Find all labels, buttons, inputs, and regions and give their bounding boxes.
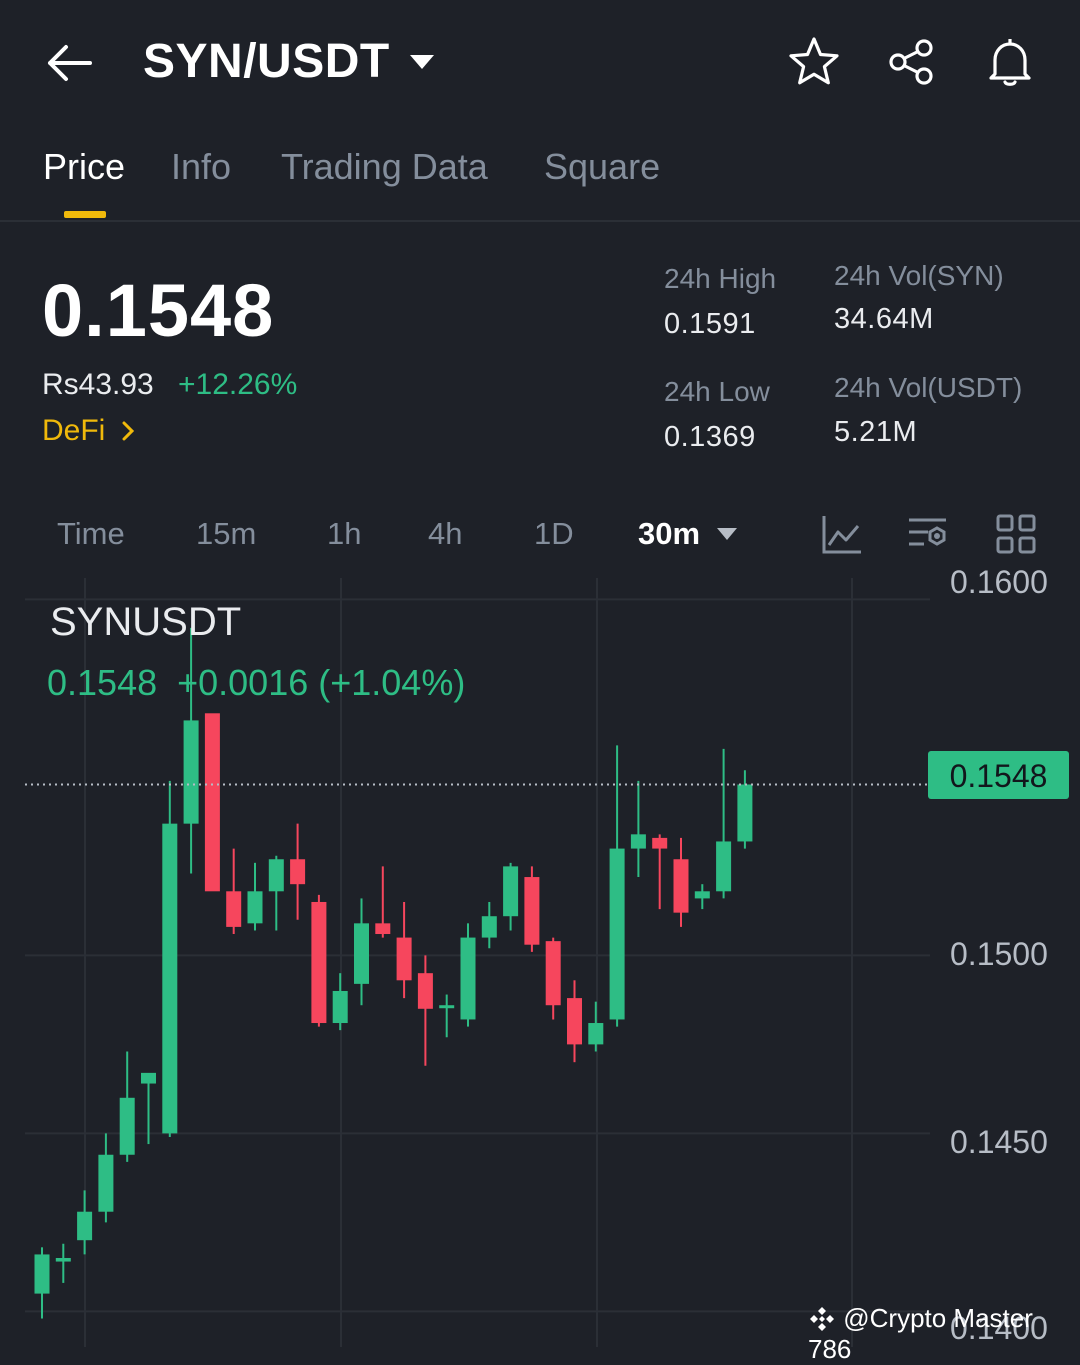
- tab-square[interactable]: Square: [544, 146, 660, 188]
- stat-vol-base-value: 34.64M: [834, 303, 934, 335]
- line-chart-icon[interactable]: [820, 512, 864, 556]
- candle-body-26: [588, 1023, 604, 1045]
- candle-body-3: [98, 1154, 114, 1212]
- candle-body-7: [183, 720, 199, 824]
- candle-body-16: [375, 923, 391, 935]
- indicator-settings-icon[interactable]: [906, 512, 950, 556]
- share-icon[interactable]: [884, 34, 940, 90]
- candle-body-28: [630, 834, 646, 849]
- candle-body-12: [290, 859, 306, 885]
- interval-1d[interactable]: 1D: [534, 516, 574, 552]
- interval-dropdown-chevron-icon[interactable]: [716, 527, 738, 546]
- interval-1h[interactable]: 1h: [327, 516, 361, 552]
- back-arrow-icon[interactable]: [40, 38, 100, 88]
- chevron-down-icon[interactable]: [408, 52, 436, 72]
- chevron-right-icon: [114, 414, 136, 447]
- bell-icon[interactable]: [982, 34, 1038, 90]
- y-axis-label-0.1500: 0.1500: [950, 936, 1048, 972]
- candle-body-5: [141, 1072, 156, 1084]
- grid-layout-icon[interactable]: [994, 512, 1038, 556]
- candle-body-1: [55, 1257, 71, 1262]
- interval-4h[interactable]: 4h: [428, 516, 462, 552]
- star-icon[interactable]: [786, 34, 842, 90]
- price-change-percent: +12.26%: [178, 368, 298, 401]
- stat-high-value: 0.1591: [664, 308, 756, 340]
- candle-body-8: [204, 713, 220, 892]
- stat-vol-base-label: 24h Vol(SYN): [834, 260, 1004, 291]
- candle-body-19: [439, 1005, 455, 1009]
- candle-body-27: [609, 848, 625, 1020]
- candle-body-13: [311, 901, 327, 1024]
- candle-body-24: [545, 941, 561, 1006]
- candle-body-9: [226, 891, 242, 927]
- candle-body-30: [673, 859, 689, 913]
- stat-vol-quote-value: 5.21M: [834, 416, 918, 448]
- chart-symbol: SYNUSDT: [50, 600, 242, 644]
- candle-body-0: [34, 1254, 50, 1294]
- fiat-price: Rs43.93: [42, 368, 154, 401]
- chart-ohlc-summary: 0.1548 +0.0016 (+1.04%): [47, 662, 466, 703]
- candle-body-20: [460, 937, 476, 1020]
- candle-body-33: [737, 784, 753, 842]
- candle-body-29: [652, 837, 668, 849]
- last-price: 0.1548: [42, 269, 275, 352]
- candle-body-15: [354, 923, 369, 984]
- y-axis-label-0.1450: 0.1450: [950, 1124, 1048, 1160]
- watermark-text: @Crypto Master 786: [808, 1303, 1033, 1364]
- candle-body-10: [247, 891, 263, 924]
- last-price-tag: 0.1548: [928, 751, 1069, 799]
- candle-body-18: [417, 973, 433, 1009]
- stat-low-label: 24h Low: [664, 376, 770, 407]
- category-tag-label: DeFi: [42, 414, 106, 447]
- top-app-bar: SYN/USDT: [0, 0, 1080, 125]
- candle-body-11: [268, 859, 284, 892]
- interval-15m[interactable]: 15m: [196, 516, 256, 552]
- candle-body-32: [716, 841, 732, 892]
- tab-info[interactable]: Info: [171, 146, 231, 188]
- candle-body-2: [77, 1211, 93, 1241]
- binance-logo-icon: [808, 1303, 836, 1333]
- stat-vol-quote-label: 24h Vol(USDT): [834, 372, 1023, 403]
- candle-body-17: [396, 937, 412, 981]
- stat-high-label: 24h High: [664, 263, 777, 294]
- candle-body-22: [503, 866, 519, 917]
- tab-trading-data[interactable]: Trading Data: [281, 146, 488, 188]
- watermark: @Crypto Master 786: [808, 1303, 1080, 1365]
- stat-low-value: 0.1369: [664, 421, 756, 453]
- pair-title[interactable]: SYN/USDT: [143, 34, 390, 89]
- tab-price[interactable]: Price: [43, 146, 125, 188]
- candle-body-4: [119, 1097, 135, 1155]
- candle-body-25: [567, 998, 582, 1045]
- y-axis-label-0.1600: 0.1600: [950, 564, 1048, 600]
- active-tab-indicator: [64, 211, 106, 218]
- interval-30m[interactable]: 30m: [638, 516, 700, 552]
- tabs-divider: [0, 220, 1080, 222]
- candle-body-14: [332, 990, 348, 1024]
- candle-body-23: [524, 877, 540, 945]
- interval-time[interactable]: Time: [57, 516, 125, 552]
- category-tag-defi[interactable]: DeFi: [42, 414, 136, 448]
- candle-body-21: [481, 916, 497, 938]
- candle-body-31: [694, 891, 710, 899]
- candle-body-6: [162, 823, 178, 1134]
